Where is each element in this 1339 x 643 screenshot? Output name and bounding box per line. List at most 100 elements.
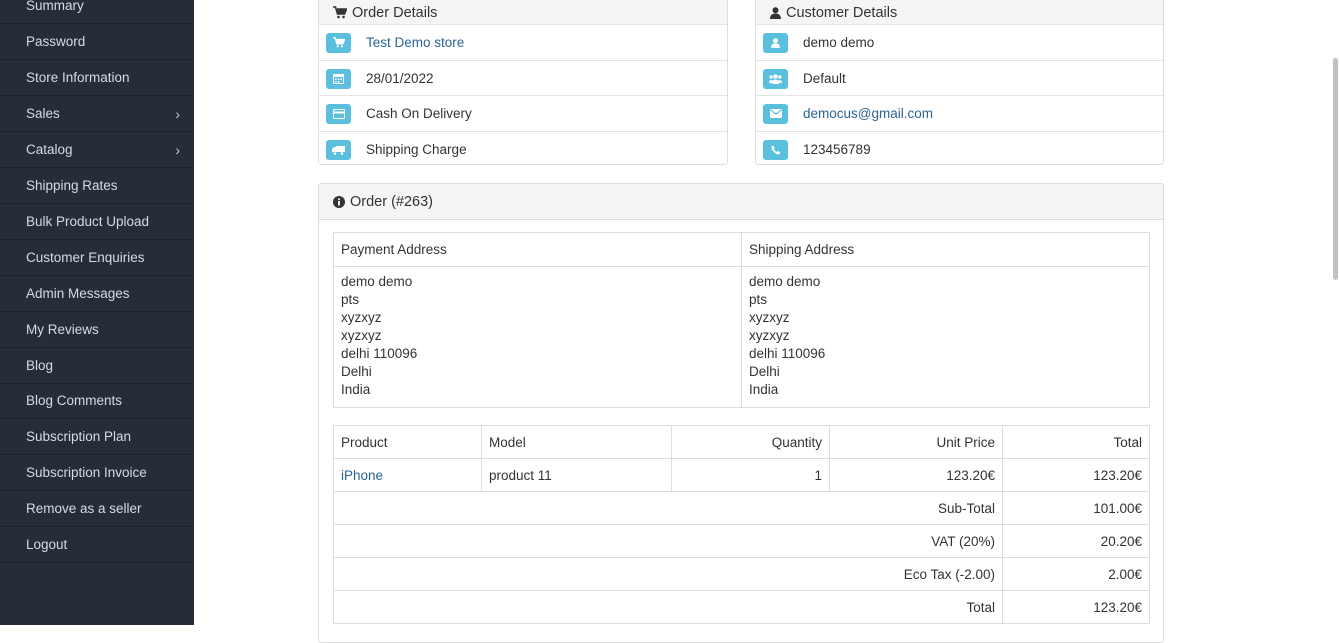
- sidebar-item-label: Shipping Rates: [26, 178, 118, 193]
- sidebar-item-my-reviews[interactable]: My Reviews: [0, 312, 194, 348]
- panel-title: Customer Details: [786, 4, 898, 21]
- credit-card-icon: [326, 103, 351, 124]
- sidebar-item-admin-messages[interactable]: Admin Messages: [0, 276, 194, 312]
- address-line: delhi 110096: [749, 346, 826, 361]
- sidebar-item-bulk-product-upload[interactable]: Bulk Product Upload: [0, 204, 194, 240]
- sidebar-item-label: Bulk Product Upload: [26, 214, 150, 229]
- total-value: 20.20€: [1002, 524, 1150, 558]
- shipping-address: demo demo pts xyzxyz xyzxyz delhi 110096…: [741, 266, 1150, 408]
- sidebar-item-label: Store Information: [26, 70, 130, 85]
- address-line: xyzxyz: [749, 310, 790, 325]
- total-label: Total: [333, 590, 1003, 624]
- sidebar-item-remove-as-seller[interactable]: Remove as a seller: [0, 491, 194, 527]
- customer-phone-row: 123456789: [756, 131, 1163, 164]
- quantity-cell: 1: [671, 458, 830, 492]
- sidebar-item-label: Blog: [26, 358, 54, 373]
- panel-title: Order Details: [352, 4, 438, 21]
- order-shipping-row: Shipping Charge: [319, 131, 727, 164]
- column-header-quantity: Quantity: [671, 425, 830, 459]
- sidebar-item-sales[interactable]: Sales ›: [0, 96, 194, 132]
- info-circle-icon: [333, 195, 345, 208]
- cart-icon: [326, 32, 351, 53]
- unit-price-cell: 123.20€: [829, 458, 1003, 492]
- sidebar-item-subscription-plan[interactable]: Subscription Plan: [0, 419, 194, 455]
- shipping-address-header: Shipping Address: [741, 232, 1150, 267]
- truck-icon: [326, 139, 351, 160]
- total-value: 101.00€: [1002, 491, 1150, 525]
- store-link[interactable]: Test Demo store: [366, 35, 464, 50]
- shopping-cart-icon: [333, 6, 347, 19]
- total-label: Eco Tax (-2.00): [333, 557, 1003, 591]
- customer-name: demo demo: [803, 35, 875, 50]
- order-header: Order (#263): [319, 184, 1163, 220]
- product-cell: iPhone: [333, 458, 482, 492]
- address-line: Delhi: [341, 364, 372, 379]
- total-label: Sub-Total: [333, 491, 1003, 525]
- sidebar-item-label: Summary: [26, 0, 84, 13]
- payment-address-header: Payment Address: [333, 232, 742, 267]
- sidebar-item-blog[interactable]: Blog: [0, 348, 194, 384]
- order-date: 28/01/2022: [366, 71, 434, 86]
- scrollbar[interactable]: [1331, 0, 1339, 625]
- address-line: India: [749, 382, 779, 397]
- total-value: 123.20€: [1002, 590, 1150, 624]
- column-header-model: Model: [481, 425, 672, 459]
- sidebar-item-subscription-invoice[interactable]: Subscription Invoice: [0, 455, 194, 491]
- sidebar-item-shipping-rates[interactable]: Shipping Rates: [0, 168, 194, 204]
- address-line: pts: [341, 292, 360, 307]
- address-line: India: [341, 382, 371, 397]
- sidebar-item-logout[interactable]: Logout: [0, 527, 194, 563]
- column-header-total: Total: [1002, 425, 1150, 459]
- order-payment-row: Cash On Delivery: [319, 95, 727, 131]
- order-details-panel: Order Details Test Demo store 28/01/2022…: [318, 0, 728, 165]
- sidebar-item-customer-enquiries[interactable]: Customer Enquiries: [0, 240, 194, 276]
- address-table: Payment Address Shipping Address demo de…: [333, 232, 1150, 408]
- sidebar-item-password[interactable]: Password: [0, 24, 194, 60]
- customer-name-row: demo demo: [756, 24, 1163, 60]
- sidebar-item-label: Logout: [26, 537, 68, 552]
- customer-email-row: democus@gmail.com: [756, 95, 1163, 131]
- sidebar-item-label: Remove as a seller: [26, 501, 142, 516]
- shipping-method: Shipping Charge: [366, 142, 467, 157]
- address-line: xyzxyz: [341, 328, 382, 343]
- sidebar: Summary Password Store Information Sales…: [0, 0, 194, 625]
- sidebar-item-summary[interactable]: Summary: [0, 0, 194, 24]
- customer-group: Default: [803, 71, 846, 86]
- customer-email-link[interactable]: democus@gmail.com: [803, 106, 933, 121]
- sidebar-item-label: Subscription Plan: [26, 429, 132, 444]
- order-date-row: 28/01/2022: [319, 60, 727, 96]
- product-table: Product Model Quantity Unit Price Total …: [333, 425, 1150, 624]
- sidebar-item-label: Subscription Invoice: [26, 465, 147, 480]
- sidebar-item-catalog[interactable]: Catalog ›: [0, 132, 194, 168]
- scrollbar-thumb[interactable]: [1333, 58, 1338, 280]
- eco-tax-row: Eco Tax (-2.00) 2.00€: [333, 557, 1150, 591]
- customer-phone: 123456789: [803, 142, 871, 157]
- payment-address: demo demo pts xyzxyz xyzxyz delhi 110096…: [333, 266, 742, 408]
- calendar-icon: [326, 68, 351, 89]
- sidebar-item-blog-comments[interactable]: Blog Comments: [0, 383, 194, 419]
- chevron-right-icon: ›: [175, 105, 180, 122]
- envelope-icon: [763, 103, 788, 124]
- customer-group-row: Default: [756, 60, 1163, 96]
- total-value: 2.00€: [1002, 557, 1150, 591]
- vat-row: VAT (20%) 20.20€: [333, 524, 1150, 558]
- sidebar-item-store-information[interactable]: Store Information: [0, 60, 194, 96]
- product-link[interactable]: iPhone: [341, 468, 383, 483]
- subtotal-row: Sub-Total 101.00€: [333, 491, 1150, 525]
- sidebar-item-label: Password: [26, 34, 86, 49]
- payment-method: Cash On Delivery: [366, 106, 472, 121]
- column-header-product: Product: [333, 425, 482, 459]
- sidebar-item-label: My Reviews: [26, 322, 99, 337]
- total-cell: 123.20€: [1002, 458, 1150, 492]
- table-header-row: Product Model Quantity Unit Price Total: [333, 425, 1150, 459]
- customer-details-header: Customer Details: [756, 0, 1163, 25]
- users-icon: [763, 68, 788, 89]
- chevron-right-icon: ›: [175, 141, 180, 158]
- sidebar-item-label: Admin Messages: [26, 286, 130, 301]
- sidebar-item-label: Catalog: [26, 142, 73, 157]
- table-row: iPhone product 11 1 123.20€ 123.20€: [333, 458, 1150, 492]
- address-line: pts: [749, 292, 768, 307]
- address-line: xyzxyz: [341, 310, 382, 325]
- panel-title: Order (#263): [350, 193, 434, 210]
- grand-total-row: Total 123.20€: [333, 590, 1150, 624]
